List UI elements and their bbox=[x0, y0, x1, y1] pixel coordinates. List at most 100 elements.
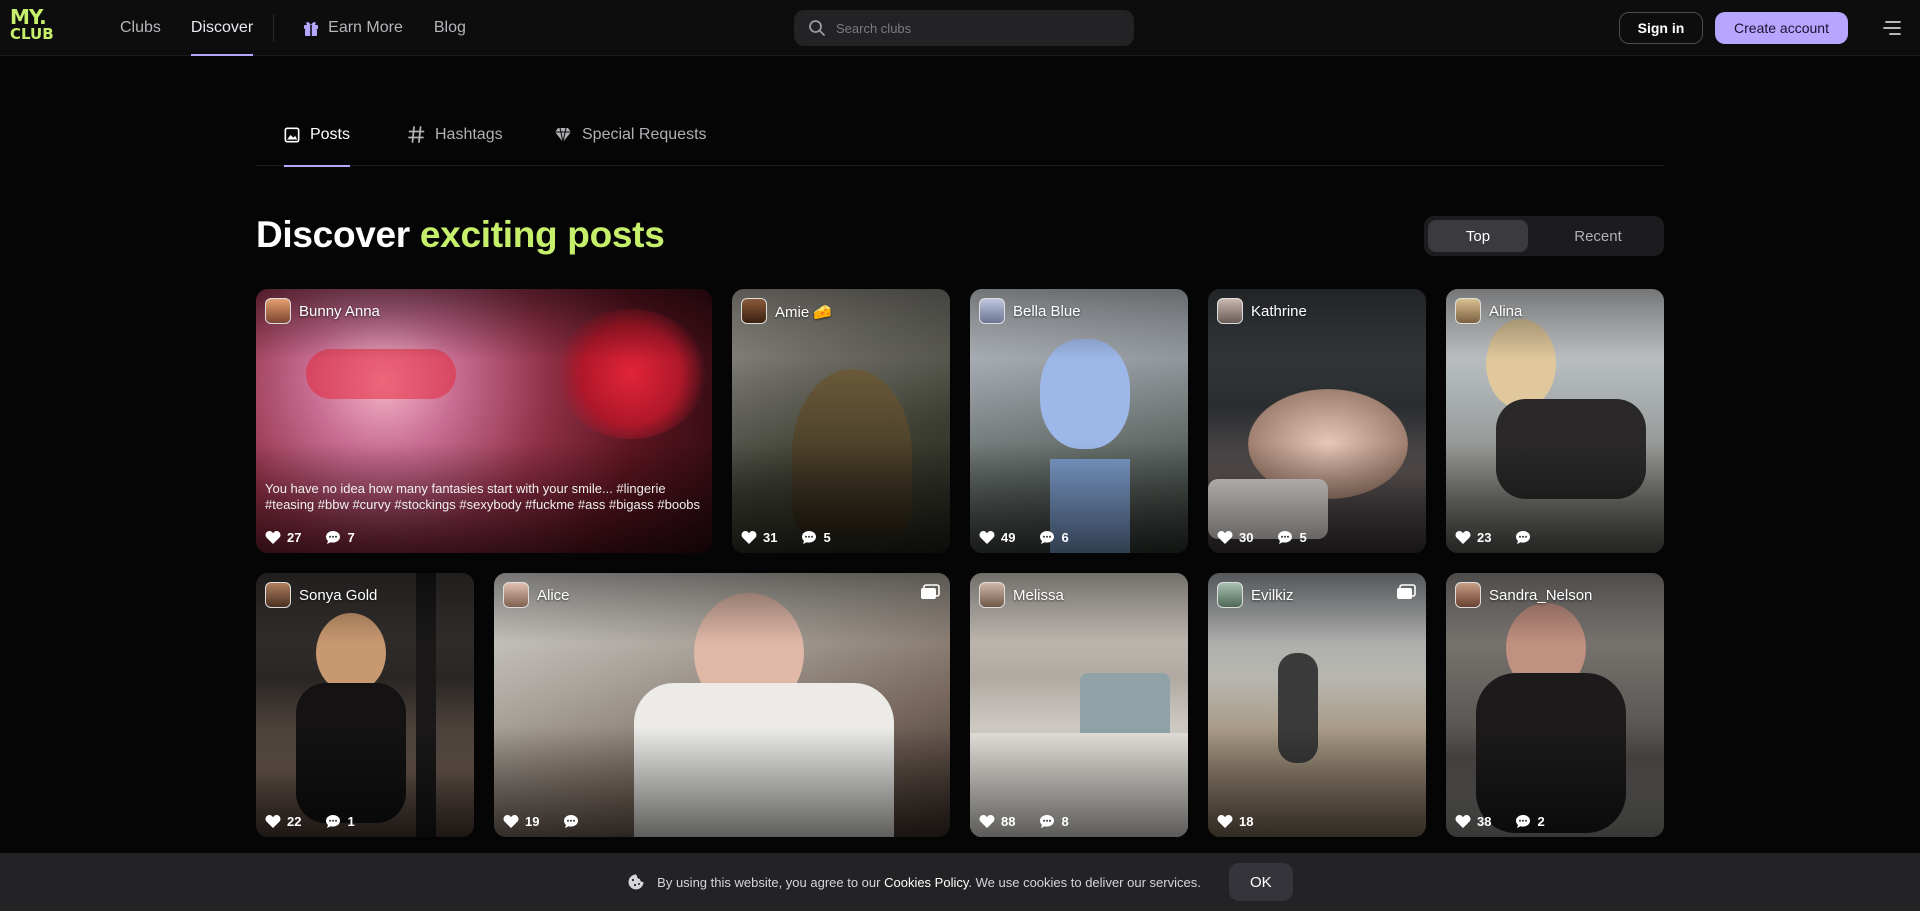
main-nav: Clubs Discover Earn More Blog bbox=[120, 0, 466, 56]
tab-posts-label: Posts bbox=[309, 126, 350, 143]
post-author[interactable]: Evilkiz bbox=[1251, 587, 1294, 604]
comment-count: 1 bbox=[347, 814, 355, 829]
page-title-accent: exciting posts bbox=[419, 214, 665, 255]
card-overlay bbox=[256, 289, 712, 359]
post-stats: 18 bbox=[1217, 814, 1253, 829]
nav-clubs-label: Clubs bbox=[120, 19, 161, 36]
comment-icon[interactable] bbox=[563, 814, 579, 829]
heart-icon[interactable] bbox=[1217, 814, 1233, 829]
cookie-icon bbox=[628, 874, 644, 890]
comment-icon[interactable] bbox=[1039, 530, 1055, 545]
tab-hashtags[interactable]: Hashtags bbox=[408, 110, 503, 166]
post-card[interactable]: Alice 19 bbox=[494, 573, 950, 837]
like-count: 88 bbox=[1001, 814, 1016, 829]
create-account-button[interactable]: Create account bbox=[1715, 12, 1848, 44]
gallery-icon bbox=[921, 584, 940, 599]
post-author[interactable]: Melissa bbox=[1013, 587, 1064, 604]
image-icon bbox=[284, 127, 300, 143]
post-stats: 23 bbox=[1455, 530, 1537, 545]
post-author[interactable]: Sonya Gold bbox=[299, 587, 377, 604]
post-card[interactable]: Melissa 88 8 bbox=[970, 573, 1188, 837]
comment-icon[interactable] bbox=[1277, 530, 1293, 545]
like-count: 49 bbox=[1001, 530, 1016, 545]
comment-count: 2 bbox=[1537, 814, 1545, 829]
post-stats: 27 7 bbox=[265, 530, 355, 545]
heart-icon[interactable] bbox=[979, 530, 995, 545]
post-card[interactable]: Bunny Anna You have no idea how many fan… bbox=[256, 289, 712, 553]
tab-special-requests[interactable]: Special Requests bbox=[554, 110, 707, 166]
heart-icon[interactable] bbox=[265, 530, 281, 545]
tab-posts[interactable]: Posts bbox=[284, 110, 350, 167]
cookies-policy-link[interactable]: Cookies Policy bbox=[884, 875, 968, 890]
post-stats: 49 6 bbox=[979, 530, 1069, 545]
post-card[interactable]: Alina 23 bbox=[1446, 289, 1664, 553]
heart-icon[interactable] bbox=[1455, 814, 1471, 829]
post-stats: 22 1 bbox=[265, 814, 355, 829]
nav-earn-more[interactable]: Earn More bbox=[302, 0, 403, 56]
comment-icon[interactable] bbox=[1515, 814, 1531, 829]
diamond-icon bbox=[555, 127, 571, 143]
sort-recent-button[interactable]: Recent bbox=[1536, 220, 1660, 252]
cookie-banner: By using this website, you agree to our … bbox=[0, 853, 1920, 911]
comment-count: 5 bbox=[1299, 530, 1307, 545]
cookie-text-after: . We use cookies to deliver our services… bbox=[968, 874, 1201, 890]
post-card[interactable]: Sonya Gold 22 1 bbox=[256, 573, 474, 837]
post-caption: You have no idea how many fantasies star… bbox=[265, 481, 701, 512]
nav-blog[interactable]: Blog bbox=[434, 0, 466, 56]
page-title-prefix: Discover bbox=[256, 214, 410, 255]
avatar[interactable] bbox=[979, 582, 1005, 608]
nav-clubs[interactable]: Clubs bbox=[120, 0, 161, 56]
comment-icon[interactable] bbox=[1515, 530, 1531, 545]
post-author[interactable]: Bella Blue bbox=[1013, 303, 1081, 320]
avatar[interactable] bbox=[979, 298, 1005, 324]
search-box[interactable] bbox=[794, 10, 1134, 46]
post-author[interactable]: Sandra_Nelson bbox=[1489, 587, 1592, 604]
nav-discover-label: Discover bbox=[190, 19, 254, 36]
heart-icon[interactable] bbox=[503, 814, 519, 829]
sign-in-button[interactable]: Sign in bbox=[1619, 12, 1703, 44]
comment-icon[interactable] bbox=[1039, 814, 1055, 829]
comment-icon[interactable] bbox=[325, 530, 341, 545]
sort-top-button[interactable]: Top bbox=[1428, 220, 1528, 252]
avatar[interactable] bbox=[1455, 582, 1481, 608]
comment-icon[interactable] bbox=[801, 530, 817, 545]
post-author[interactable]: Kathrine bbox=[1251, 303, 1307, 320]
gallery-icon bbox=[1397, 584, 1416, 599]
heart-icon[interactable] bbox=[1455, 530, 1471, 545]
avatar[interactable] bbox=[265, 298, 291, 324]
cookie-text-before: By using this website, you agree to our bbox=[657, 874, 881, 890]
post-card[interactable]: Sandra_Nelson 38 2 bbox=[1446, 573, 1664, 837]
avatar[interactable] bbox=[265, 582, 291, 608]
myclub-logo[interactable]: MY. CLUB bbox=[10, 7, 70, 46]
heart-icon[interactable] bbox=[265, 814, 281, 829]
post-author[interactable]: Alice bbox=[537, 587, 570, 604]
search-input[interactable] bbox=[836, 20, 1116, 36]
avatar[interactable] bbox=[503, 582, 529, 608]
post-author[interactable]: Amie 🧀 bbox=[775, 303, 832, 321]
like-count: 18 bbox=[1239, 814, 1254, 829]
like-count: 23 bbox=[1477, 530, 1492, 545]
post-card[interactable]: Evilkiz 18 bbox=[1208, 573, 1426, 837]
avatar[interactable] bbox=[1455, 298, 1481, 324]
avatar[interactable] bbox=[741, 298, 767, 324]
comment-count: 5 bbox=[823, 530, 831, 545]
hashtag-icon bbox=[408, 126, 425, 143]
post-card[interactable]: Kathrine 30 5 bbox=[1208, 289, 1426, 553]
post-card[interactable]: Bella Blue 49 6 bbox=[970, 289, 1188, 553]
post-author[interactable]: Bunny Anna bbox=[299, 303, 380, 320]
heart-icon[interactable] bbox=[979, 814, 995, 829]
avatar[interactable] bbox=[1217, 298, 1243, 324]
post-card[interactable]: Amie 🧀 31 5 bbox=[732, 289, 950, 553]
avatar[interactable] bbox=[1217, 582, 1243, 608]
comment-count: 7 bbox=[347, 530, 355, 545]
comment-icon[interactable] bbox=[325, 814, 341, 829]
nav-discover[interactable]: Discover bbox=[190, 0, 254, 56]
top-navigation-bar: MY. CLUB Clubs Discover Earn More Blog S… bbox=[0, 0, 1920, 56]
heart-icon[interactable] bbox=[1217, 530, 1233, 545]
hamburger-menu-icon[interactable] bbox=[1882, 18, 1902, 38]
cookie-ok-button[interactable]: OK bbox=[1228, 863, 1293, 901]
logo-line-2: CLUB bbox=[10, 25, 54, 43]
post-author[interactable]: Alina bbox=[1489, 303, 1522, 320]
heart-icon[interactable] bbox=[741, 530, 757, 545]
cookie-message: By using this website, you agree to our … bbox=[657, 875, 1201, 890]
